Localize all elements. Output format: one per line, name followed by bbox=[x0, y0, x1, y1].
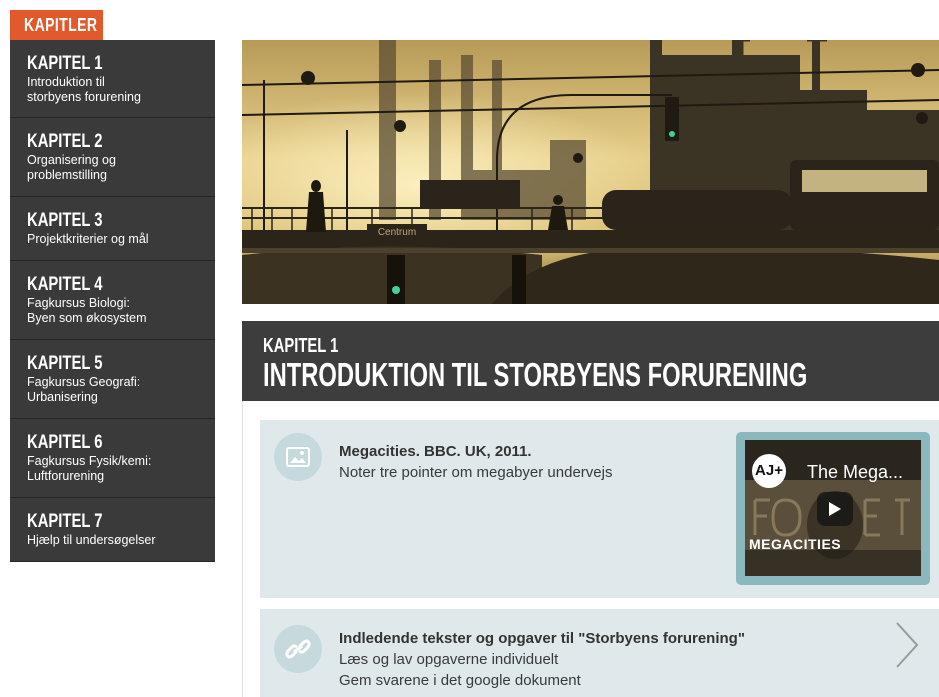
resource-title: Indledende tekster og opgaver til "Storb… bbox=[339, 630, 745, 647]
video-title: The Mega... bbox=[807, 462, 904, 482]
sidebar-item-kapitel-4[interactable]: KAPITEL 4 Fagkursus Biologi: Byen som øk… bbox=[10, 261, 215, 340]
sidebar-item-kapitel-3[interactable]: KAPITEL 3 Projektkriterier og mål bbox=[10, 197, 215, 261]
resource-description: Gem svarene i det google dokument bbox=[339, 672, 581, 689]
sidebar-item-subtitle: Fagkursus Biologi: bbox=[27, 296, 130, 310]
resource-title: Megacities. BBC. UK, 2011. bbox=[339, 443, 532, 460]
sidebar-item-subtitle: problemstilling bbox=[27, 168, 107, 182]
sidebar-item-subtitle: storbyens forurening bbox=[27, 90, 141, 104]
content-area: Megacities. BBC. UK, 2011. Noter tre poi… bbox=[242, 401, 939, 697]
resource-description: Læs og lav opgaverne individuelt bbox=[339, 651, 559, 668]
sidebar-item-chapter: KAPITEL 3 bbox=[27, 210, 103, 231]
chapter-sidebar: KAPITEL 1 Introduktion til storbyens for… bbox=[10, 40, 215, 562]
sidebar-item-kapitel-6[interactable]: KAPITEL 6 Fagkursus Fysik/kemi: Luftforu… bbox=[10, 419, 215, 498]
sidebar-item-chapter: KAPITEL 1 bbox=[27, 53, 103, 74]
video-frame[interactable]: AJ+ The Mega... MEGACITIES bbox=[745, 440, 921, 576]
sidebar-item-subtitle: Luftforurening bbox=[27, 469, 105, 483]
sidebar-item-chapter: KAPITEL 7 bbox=[27, 511, 103, 532]
image-icon bbox=[274, 433, 322, 481]
sidebar-item-subtitle: Organisering og bbox=[27, 153, 116, 167]
chapters-tab: KAPITLER bbox=[10, 10, 103, 40]
sidebar-item-chapter: KAPITEL 4 bbox=[27, 274, 103, 295]
sidebar-item-subtitle: Introduktion til bbox=[27, 75, 105, 89]
play-icon[interactable] bbox=[817, 492, 853, 526]
chapter-title: INTRODUKTION TIL STORBYENS FORURENING bbox=[263, 356, 808, 393]
video-caption: MEGACITIES bbox=[749, 536, 842, 552]
link-icon bbox=[274, 625, 322, 673]
sidebar-item-kapitel-7[interactable]: KAPITEL 7 Hjælp til undersøgelser bbox=[10, 498, 215, 562]
sidebar-item-subtitle: Urbanisering bbox=[27, 390, 98, 404]
sidebar-item-subtitle: Fagkursus Geografi: bbox=[27, 375, 141, 389]
resource-card-megacities[interactable]: Megacities. BBC. UK, 2011. Noter tre poi… bbox=[260, 420, 939, 598]
video-thumbnail[interactable]: AJ+ The Mega... MEGACITIES bbox=[736, 432, 930, 585]
aj-plus-logo: AJ+ bbox=[752, 454, 786, 488]
sidebar-item-chapter: KAPITEL 5 bbox=[27, 353, 103, 374]
street-sign-text: Centrum bbox=[378, 227, 416, 238]
hero-image: Centrum bbox=[242, 40, 939, 304]
city-bridge-image: Centrum bbox=[242, 40, 939, 304]
chapter-label: KAPITEL 1 bbox=[263, 335, 339, 357]
sidebar-item-kapitel-2[interactable]: KAPITEL 2 Organisering og problemstillin… bbox=[10, 118, 215, 197]
sidebar-item-subtitle: Hjælp til undersøgelser bbox=[27, 533, 156, 547]
chapters-tab-label: KAPITLER bbox=[24, 15, 98, 35]
resource-card-text: Indledende tekster og opgaver til "Storb… bbox=[339, 628, 745, 691]
chapter-header: KAPITEL 1 INTRODUKTION TIL STORBYENS FOR… bbox=[242, 321, 939, 401]
resource-card-text: Megacities. BBC. UK, 2011. Noter tre poi… bbox=[339, 441, 612, 483]
sidebar-item-chapter: KAPITEL 6 bbox=[27, 432, 103, 453]
sidebar-item-chapter: KAPITEL 2 bbox=[27, 131, 103, 152]
resource-card-indledende-tekster[interactable]: Indledende tekster og opgaver til "Storb… bbox=[260, 609, 939, 697]
sidebar-item-kapitel-5[interactable]: KAPITEL 5 Fagkursus Geografi: Urbaniseri… bbox=[10, 340, 215, 419]
sidebar-item-subtitle: Projektkriterier og mål bbox=[27, 232, 149, 246]
chevron-right-icon[interactable] bbox=[894, 621, 920, 674]
sidebar-item-subtitle: Byen som økosystem bbox=[27, 311, 147, 325]
aj-plus-logo-text: AJ+ bbox=[755, 462, 783, 479]
resource-description: Noter tre pointer om megabyer undervejs bbox=[339, 464, 613, 481]
sidebar-item-kapitel-1[interactable]: KAPITEL 1 Introduktion til storbyens for… bbox=[10, 40, 215, 118]
sidebar-item-subtitle: Fagkursus Fysik/kemi: bbox=[27, 454, 152, 468]
